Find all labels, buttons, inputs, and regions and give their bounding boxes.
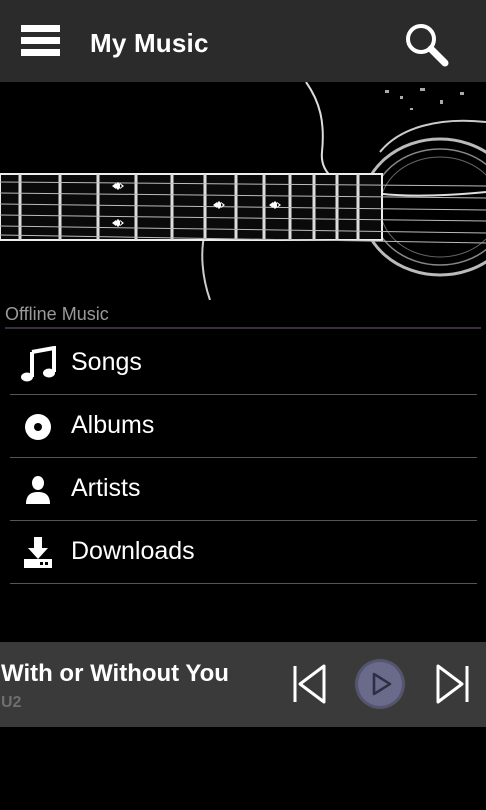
hamburger-menu-icon[interactable] <box>21 25 60 61</box>
page-title: My Music <box>90 28 209 58</box>
menu-item-label: Downloads <box>71 537 195 565</box>
search-icon[interactable] <box>402 20 450 68</box>
disc-icon <box>25 414 51 440</box>
music-note-icon <box>21 346 56 382</box>
play-button[interactable] <box>354 658 406 710</box>
menu-item-artists[interactable]: Artists <box>10 458 477 521</box>
menu-item-label: Albums <box>71 411 155 439</box>
menu-item-label: Songs <box>71 348 142 376</box>
section-divider <box>5 327 481 329</box>
next-icon[interactable] <box>432 662 472 706</box>
menu-item-albums[interactable]: Albums <box>10 395 477 458</box>
app-header: My Music <box>0 0 486 82</box>
menu-item-label: Artists <box>71 474 141 502</box>
song-title: With or Without You <box>1 660 229 687</box>
guitar-hero-image <box>0 82 486 300</box>
menu-item-downloads[interactable]: Downloads <box>10 521 477 584</box>
song-artist: U2 <box>1 694 22 711</box>
now-playing-bar: With or Without You U2 <box>0 642 486 727</box>
menu-item-songs[interactable]: Songs <box>10 332 477 395</box>
previous-icon[interactable] <box>290 662 330 706</box>
section-label: Offline Music <box>5 304 109 324</box>
download-icon <box>24 537 52 568</box>
person-icon <box>26 476 50 504</box>
